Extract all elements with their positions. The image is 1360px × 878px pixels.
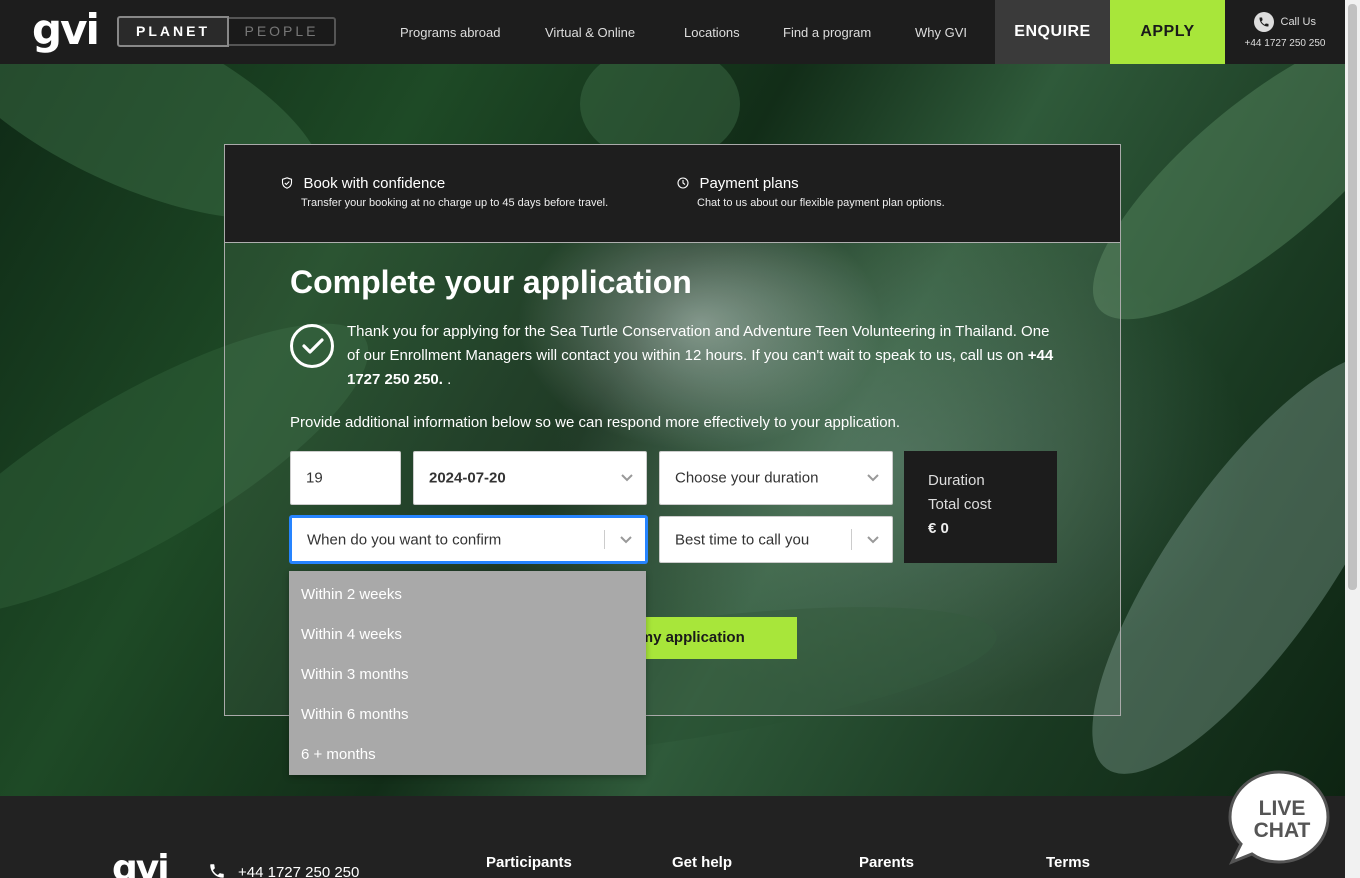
start-date-select[interactable]: 2024-07-20: [413, 451, 647, 505]
start-date-value: 2024-07-20: [429, 469, 506, 487]
chevron-down-icon: [867, 474, 879, 482]
menu-option[interactable]: Within 3 months: [289, 655, 646, 695]
scrollbar-thumb[interactable]: [1348, 4, 1357, 590]
thank-you-end: .: [442, 371, 452, 388]
select-separator: [851, 529, 852, 550]
book-with-confidence: Book with confidence Transfer your booki…: [281, 175, 608, 209]
booking-info-panel: Book with confidence Transfer your booki…: [224, 144, 1121, 243]
live-chat-line1: LIVE: [1259, 797, 1306, 820]
footer-parents-heading: Parents: [859, 854, 915, 871]
footer-phone-link[interactable]: +44 1727 250 250: [208, 862, 359, 878]
phone-icon: [1254, 12, 1275, 32]
payment-plans-title: Payment plans: [699, 175, 799, 192]
page-title: Complete your application: [290, 264, 692, 300]
menu-option[interactable]: Within 2 weeks: [289, 575, 646, 615]
duration-select[interactable]: Choose your duration: [659, 451, 893, 505]
clock-icon: [677, 177, 689, 189]
thank-you-message: Thank you for applying for the Sea Turtl…: [347, 320, 1057, 392]
footer-get-help-heading: Get help: [672, 854, 733, 871]
call-us-label: Call Us: [1280, 16, 1316, 28]
nav-locations[interactable]: Locations: [684, 0, 740, 64]
nav-programs-abroad[interactable]: Programs abroad: [400, 0, 500, 64]
gvi-logo[interactable]: gvi: [32, 8, 100, 52]
call-us-number: +44 1727 250 250: [1244, 38, 1326, 49]
checkmark-icon: [290, 324, 334, 368]
duration-value: Choose your duration: [675, 469, 819, 487]
nav-find-a-program[interactable]: Find a program: [783, 0, 871, 64]
nav-why-gvi[interactable]: Why GVI: [915, 0, 967, 64]
book-confidence-title: Book with confidence: [303, 175, 446, 192]
summary-total-cost-label: Total cost: [928, 496, 992, 513]
select-separator: [604, 530, 605, 549]
top-navbar: gvi PLANET PEOPLE Programs abroad Virtua…: [0, 0, 1345, 64]
confirm-timing-select[interactable]: When do you want to confirm: [290, 516, 647, 563]
cost-summary-box: Duration Total cost € 0: [904, 451, 1057, 563]
provide-info-text: Provide additional information below so …: [290, 414, 901, 431]
confirm-timing-value: When do you want to confirm: [307, 531, 502, 548]
chevron-down-icon: [621, 474, 633, 482]
footer-phone-number: +44 1727 250 250: [238, 864, 360, 878]
live-chat-button[interactable]: LIVE CHAT: [1226, 768, 1332, 868]
footer-terms-heading: Terms: [1046, 854, 1090, 871]
live-chat-line2: CHAT: [1254, 819, 1311, 842]
people-toggle-button[interactable]: PEOPLE: [229, 17, 336, 46]
menu-option[interactable]: 6 + months: [289, 735, 646, 775]
call-us-link[interactable]: Call Us +44 1727 250 250: [1235, 12, 1335, 49]
call-time-select[interactable]: Best time to call you: [659, 516, 893, 563]
chat-bubble-icon: LIVE CHAT: [1228, 770, 1330, 865]
footer: gvi +44 1727 250 250 Participants Get he…: [0, 796, 1345, 878]
chevron-down-icon: [620, 535, 632, 543]
footer-participants-heading: Participants: [486, 854, 572, 871]
age-input[interactable]: 19: [290, 451, 401, 505]
shield-check-icon: [281, 177, 293, 189]
menu-option[interactable]: Within 6 months: [289, 695, 646, 735]
confirm-timing-menu: Within 2 weeks Within 4 weeks Within 3 m…: [289, 571, 646, 775]
apply-button[interactable]: APPLY: [1110, 0, 1225, 64]
payment-plans-desc: Chat to us about our flexible payment pl…: [697, 197, 945, 209]
phone-icon: [210, 864, 224, 878]
thank-you-text: Thank you for applying for the Sea Turtl…: [347, 323, 1050, 364]
summary-duration-label: Duration: [928, 472, 985, 489]
planet-toggle-button[interactable]: PLANET: [117, 16, 229, 47]
summary-cost-value: € 0: [928, 520, 949, 537]
age-value: 19: [306, 469, 323, 487]
nav-virtual-online[interactable]: Virtual & Online: [545, 0, 635, 64]
enquire-button[interactable]: ENQUIRE: [995, 0, 1110, 64]
chevron-down-icon: [867, 535, 879, 543]
book-confidence-desc: Transfer your booking at no charge up to…: [301, 197, 609, 209]
footer-logo[interactable]: gvi: [112, 848, 170, 878]
call-time-value: Best time to call you: [675, 531, 810, 548]
payment-plans: Payment plans Chat to us about our flexi…: [677, 175, 945, 209]
page-scrollbar[interactable]: [1345, 0, 1360, 878]
menu-option[interactable]: Within 4 weeks: [289, 615, 646, 655]
